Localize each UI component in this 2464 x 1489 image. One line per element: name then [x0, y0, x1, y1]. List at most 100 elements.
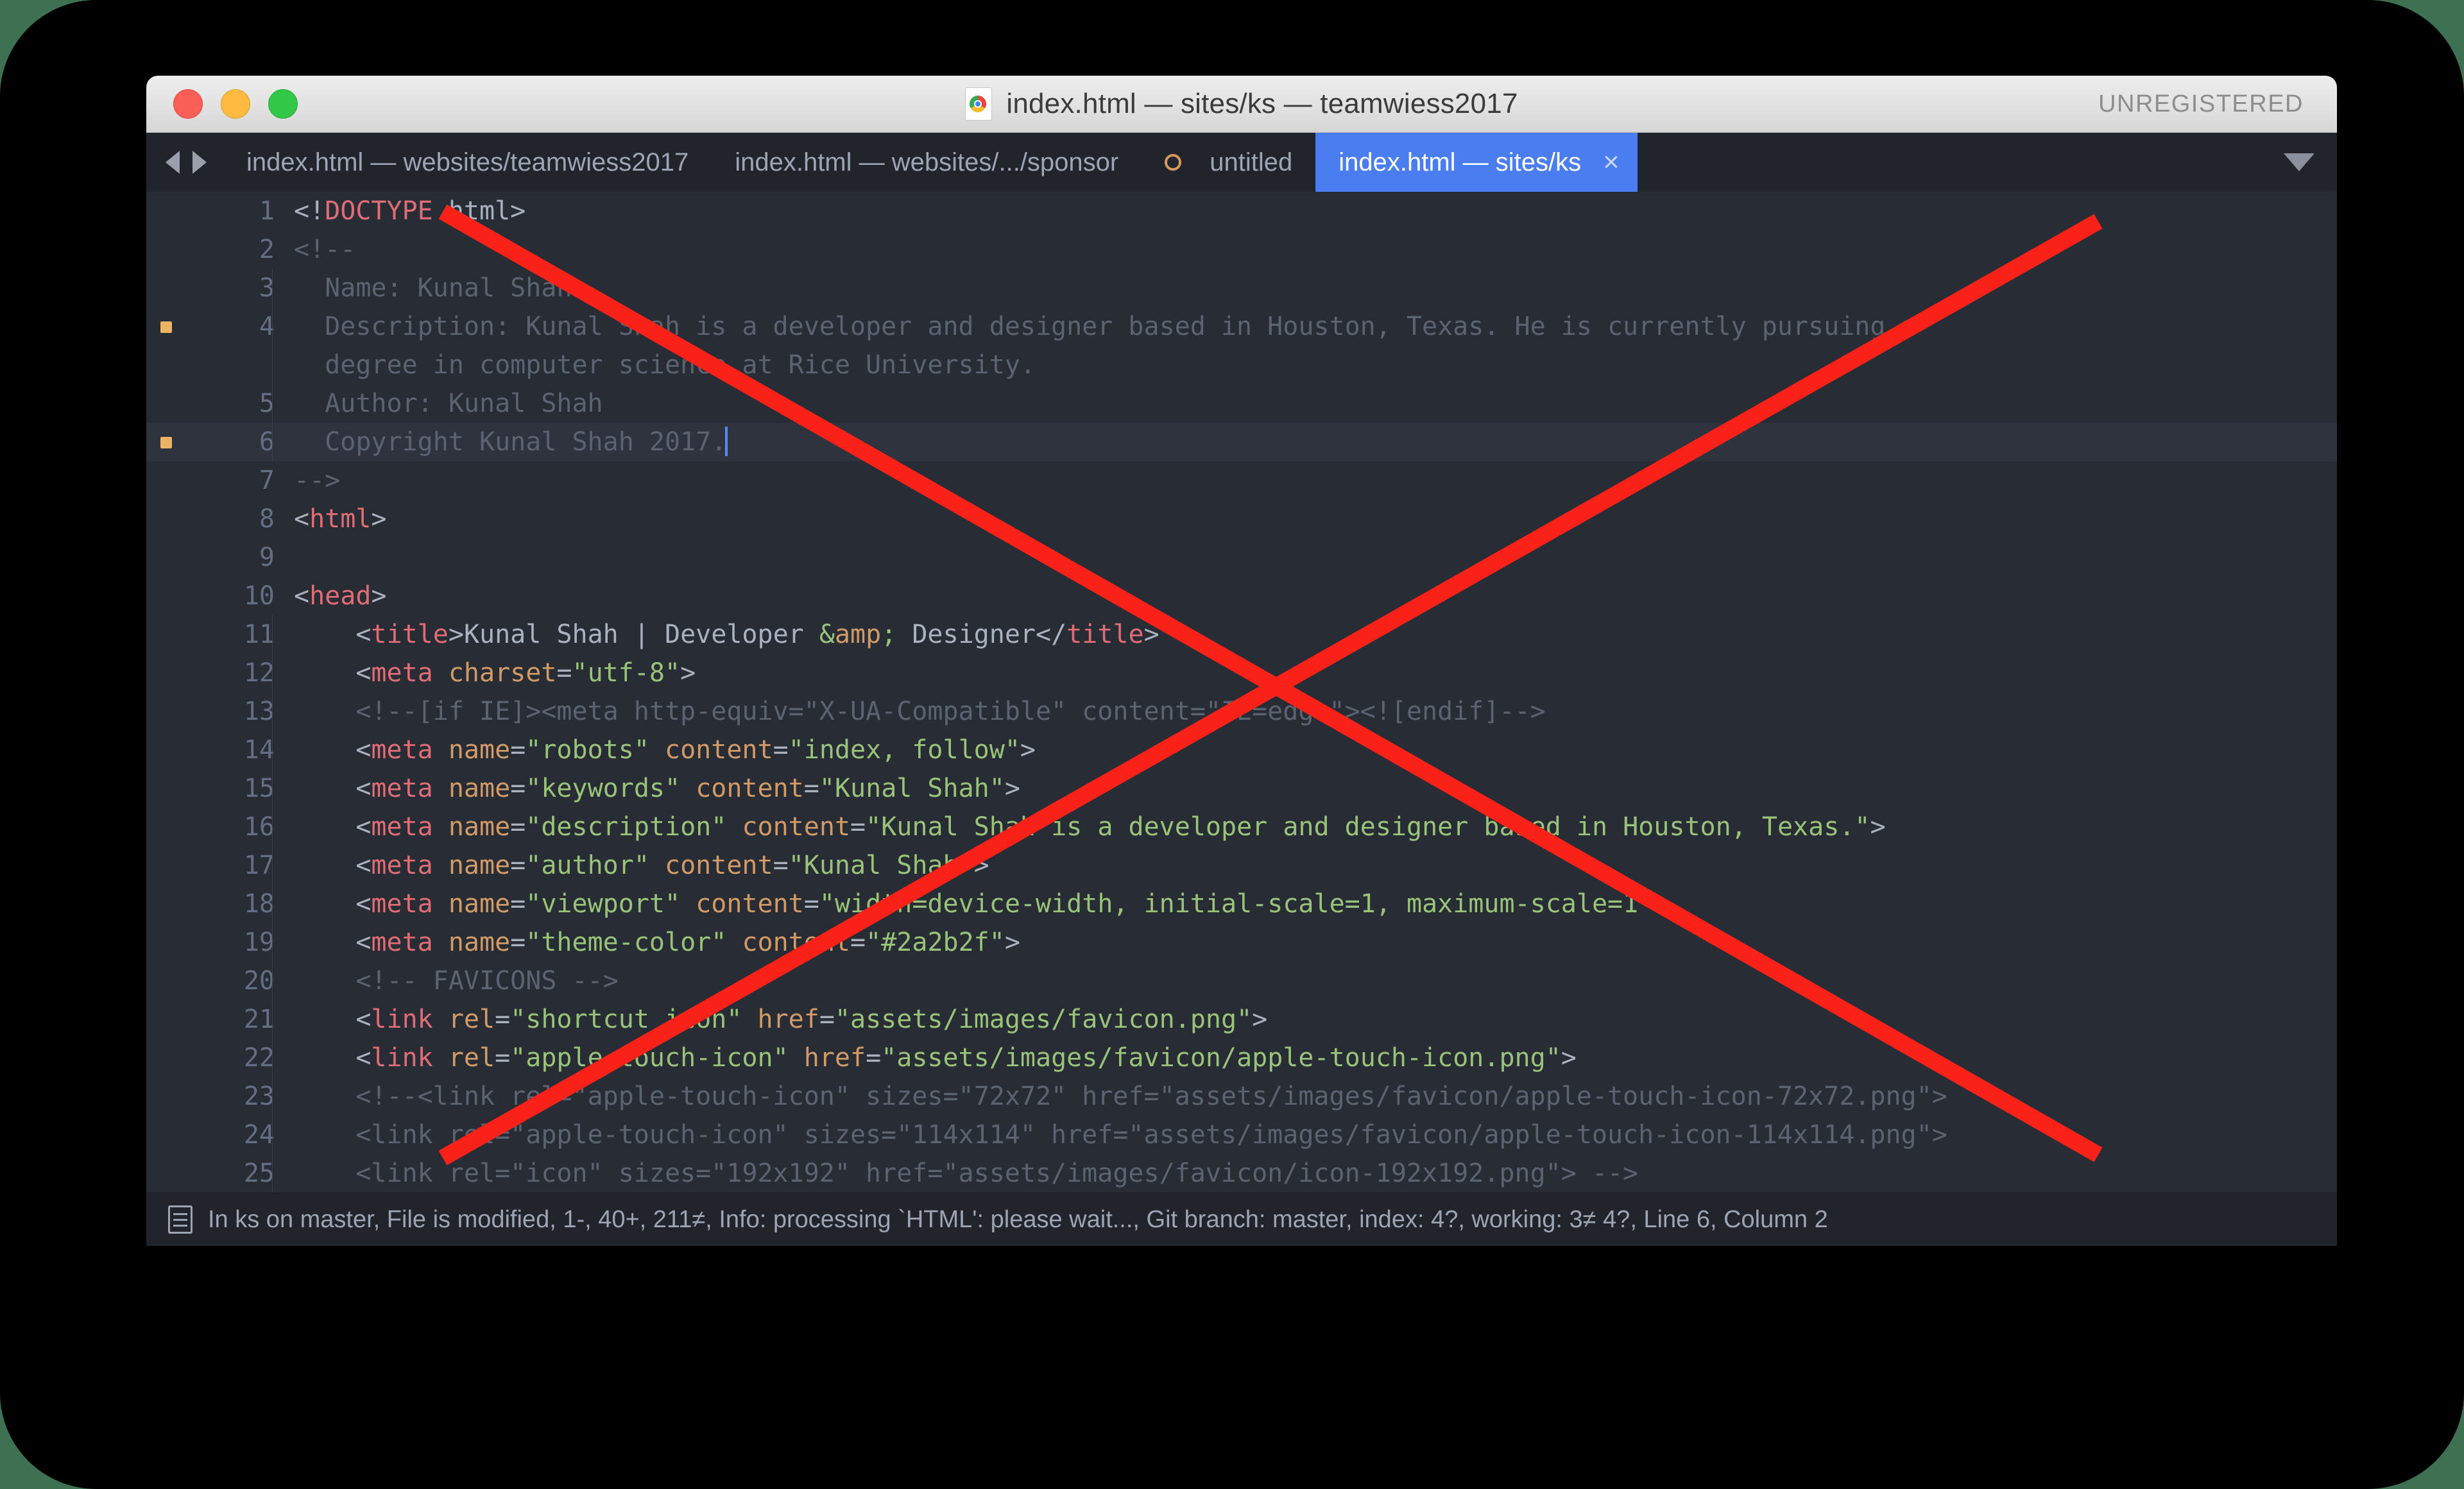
code-line-content[interactable]: <meta name="author" content="Kunal Shah"…	[289, 846, 2337, 885]
token-punct: <	[294, 658, 372, 688]
code-line-content[interactable]: <!--[if IE]><meta http-equiv="X-UA-Compa…	[289, 692, 2337, 731]
tab-0[interactable]: index.html — websites/teamwiess2017	[223, 133, 712, 192]
nav-back-arrow[interactable]	[166, 151, 180, 174]
indent-guide	[272, 923, 273, 962]
token-punct: >	[1004, 774, 1020, 803]
token-attr: rel	[448, 1005, 495, 1034]
code-line-content[interactable]: <meta name="robots" content="index, foll…	[289, 731, 2337, 769]
code-line-content[interactable]: <head>	[289, 577, 2337, 615]
close-window-button[interactable]	[173, 89, 203, 119]
line-number: 20	[243, 966, 275, 996]
token-string: "index, follow"	[788, 735, 1020, 765]
code-line-content[interactable]: Copyright Kunal Shah 2017.	[289, 423, 2337, 461]
token-punct: =	[819, 1005, 835, 1034]
code-line: 22 <link rel="apple-touch-icon" href="as…	[146, 1039, 2337, 1077]
tab-list-dropdown[interactable]	[2261, 133, 2337, 192]
token-comment: Copyright Kunal Shah 2017.	[294, 427, 727, 457]
code-line-content[interactable]: <meta name="viewport" content="width=dev…	[289, 885, 2337, 923]
token-punct: =	[866, 1043, 882, 1073]
token-tag: title	[1066, 620, 1144, 649]
unregistered-badge: UNREGISTERED	[2098, 90, 2304, 117]
code-line-content[interactable]: <!--<link rel="apple-touch-icon" sizes="…	[289, 1077, 2337, 1116]
token-attr: charset	[448, 658, 557, 688]
tab-3-active[interactable]: index.html — sites/ks ×	[1315, 133, 1638, 192]
code-line: 2 <!--	[146, 230, 2337, 269]
token-attr: content	[742, 928, 851, 957]
indent-guide	[272, 1116, 273, 1154]
code-line-content[interactable]: <title>Kunal Shah | Developer &amp; Desi…	[289, 615, 2337, 654]
close-tab-icon[interactable]: ×	[1603, 148, 1620, 176]
code-line: 6 Copyright Kunal Shah 2017.	[146, 423, 2337, 461]
tab-2[interactable]: untitled	[1142, 133, 1315, 192]
code-line-content[interactable]: <!--	[289, 230, 2337, 269]
token-tag: html	[309, 504, 372, 534]
tabs-container: index.html — websites/teamwiess2017 index…	[223, 133, 1638, 192]
line-number: 25	[243, 1159, 275, 1188]
code-line: 1 <!DOCTYPE html>	[146, 192, 2337, 230]
token-punct: =	[495, 1043, 511, 1073]
zoom-window-button[interactable]	[268, 89, 298, 119]
token-string: "keywords"	[526, 774, 681, 803]
token-punct: <	[294, 735, 372, 765]
code-line-content[interactable]: <!DOCTYPE html>	[289, 192, 2337, 230]
indent-guide	[272, 1077, 273, 1116]
line-number-gutter: 23	[146, 1077, 289, 1116]
code-line-content[interactable]: <meta charset="utf-8">	[289, 654, 2337, 692]
token-punct: >	[1870, 812, 1886, 842]
token-punct: =	[850, 812, 866, 842]
code-line-content[interactable]: <html>	[289, 500, 2337, 538]
chevron-down-icon	[2284, 153, 2314, 171]
code-line-content[interactable]: Description: Kunal Shah is a developer a…	[289, 307, 2337, 384]
code-line: 14 <meta name="robots" content="index, f…	[146, 731, 2337, 769]
token-string: "author"	[526, 851, 649, 880]
unsaved-changes-icon	[1165, 154, 1182, 171]
code-line: 5 Author: Kunal Shah	[146, 384, 2337, 423]
line-number-gutter: 12	[146, 654, 289, 692]
line-number-gutter: 7	[146, 461, 289, 500]
token-string: "viewport"	[526, 889, 681, 919]
code-line-content[interactable]: Author: Kunal Shah	[289, 384, 2337, 423]
token-punct: >	[973, 851, 989, 880]
code-line-content[interactable]: <link rel="apple-touch-icon" sizes="114x…	[289, 1116, 2337, 1154]
line-number: 19	[243, 928, 275, 957]
code-line-content[interactable]: <!-- FAVICONS -->	[289, 962, 2337, 1000]
token-string: "Kunal Shah"	[819, 774, 1005, 803]
code-line: 25 <link rel="icon" sizes="192x192" href…	[146, 1154, 2337, 1193]
code-line: 17 <meta name="author" content="Kunal Sh…	[146, 846, 2337, 885]
token-comment: <!-- FAVICONS -->	[294, 966, 619, 996]
line-number-gutter: 13	[146, 692, 289, 731]
code-line-content[interactable]: <meta name="theme-color" content="#2a2b2…	[289, 923, 2337, 962]
token-punct: <	[294, 620, 372, 649]
code-line-content[interactable]: <link rel="icon" sizes="192x192" href="a…	[289, 1154, 2337, 1193]
code-line-content[interactable]: <meta name="keywords" content="Kunal Sha…	[289, 769, 2337, 808]
editor-window: index.html — sites/ks — teamwiess2017 UN…	[146, 76, 2337, 1291]
code-editor[interactable]: 1 <!DOCTYPE html> 2 <!-- 3 Name: Kunal Shah 4…	[146, 192, 2337, 1193]
code-line-content[interactable]: Name: Kunal Shah	[289, 269, 2337, 307]
token-attr: name	[448, 774, 511, 803]
code-line-content[interactable]: <link rel="apple-touch-icon" href="asset…	[289, 1039, 2337, 1077]
token-string: "Kunal Shah is a developer and designer …	[866, 812, 1870, 842]
code-line: 23 <!--<link rel="apple-touch-icon" size…	[146, 1077, 2337, 1116]
nav-forward-arrow[interactable]	[193, 151, 207, 174]
token-tag: link	[371, 1043, 433, 1073]
code-line-content[interactable]: -->	[289, 461, 2337, 500]
minimize-window-button[interactable]	[221, 89, 250, 119]
token-tag: meta	[371, 774, 433, 803]
code-line-content[interactable]: <link rel="shortcut icon" href="assets/i…	[289, 1000, 2337, 1039]
line-number-gutter: 9	[146, 538, 289, 577]
token-plain: html	[432, 196, 511, 226]
code-line-content[interactable]: <meta name="description" content="Kunal …	[289, 808, 2337, 846]
code-line: 24 <link rel="apple-touch-icon" sizes="1…	[146, 1116, 2337, 1154]
token-punct: =	[850, 928, 866, 957]
code-line-content[interactable]	[289, 538, 2337, 577]
token-attr: href	[757, 1005, 819, 1034]
file-info-icon	[168, 1205, 193, 1234]
token-string: "assets/images/favicon/apple-touch-icon.…	[881, 1043, 1561, 1073]
tab-1[interactable]: index.html — websites/.../sponsor	[712, 133, 1142, 192]
token-attr: content	[665, 735, 773, 765]
token-punct: <	[294, 581, 310, 611]
